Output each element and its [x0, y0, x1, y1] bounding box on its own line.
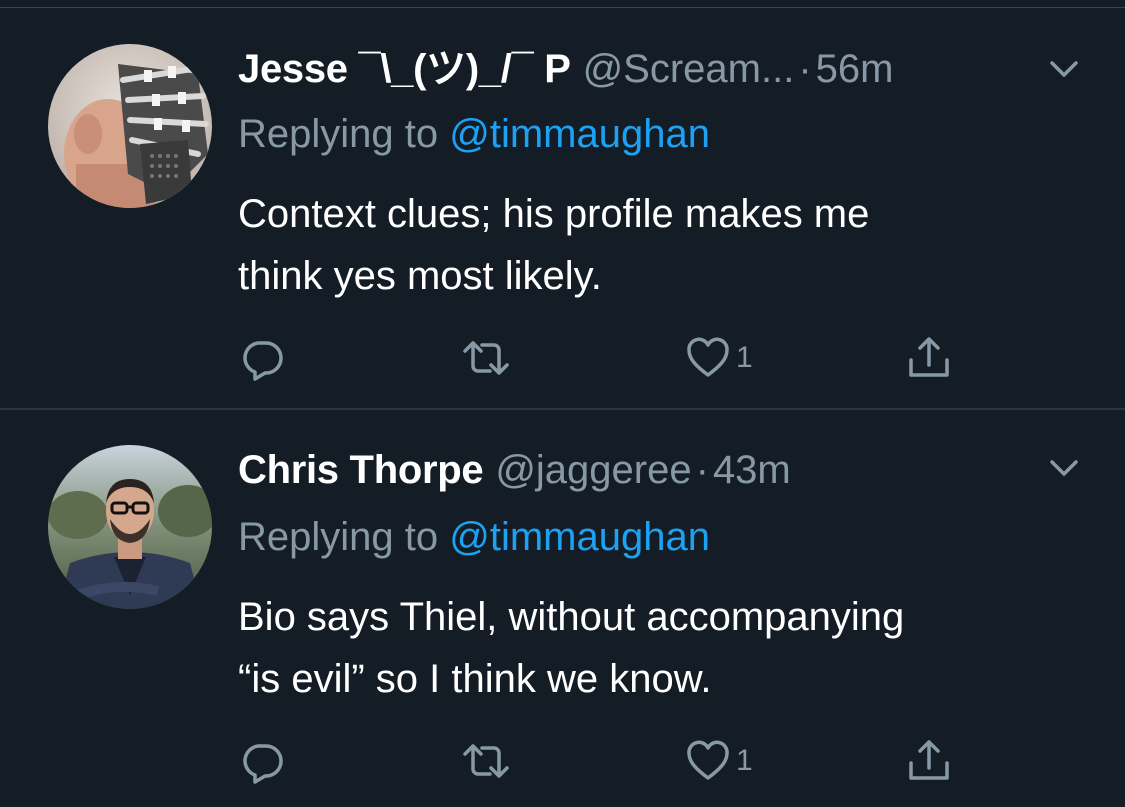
display-name[interactable]: Jesse ¯\_(ツ)_/¯ P — [238, 41, 571, 97]
tweet-actions: 1 — [0, 333, 1125, 383]
reply-icon — [238, 737, 286, 785]
like-count: 1 — [736, 744, 753, 777]
like-count: 1 — [736, 341, 753, 374]
share-button[interactable] — [905, 736, 953, 786]
retweet-button[interactable] — [460, 736, 512, 786]
tweet-divider — [0, 408, 1125, 410]
user-handle[interactable]: @jaggeree — [495, 442, 691, 498]
tweet-card[interactable]: Chris Thorpe @jaggeree · 43m Replying to… — [0, 443, 1125, 807]
timestamp[interactable]: 43m — [713, 442, 791, 498]
retweet-button[interactable] — [460, 333, 512, 383]
replying-prefix: Replying to — [238, 112, 450, 156]
share-icon — [905, 737, 953, 785]
mention-link[interactable]: @timmaughan — [449, 112, 710, 156]
like-button[interactable]: 1 — [684, 736, 753, 786]
tweet-text-line: “is evil” so I think we know. — [238, 657, 712, 701]
avatar-person-glasses-icon[interactable] — [48, 445, 212, 609]
user-handle[interactable]: @Scream... — [583, 41, 795, 97]
tweet-actions: 1 — [0, 736, 1125, 786]
replying-to-line: Replying to @timmaughan — [238, 509, 710, 565]
reply-icon — [238, 334, 286, 382]
replying-prefix: Replying to — [238, 515, 450, 559]
reply-button[interactable] — [238, 333, 286, 383]
reply-button[interactable] — [238, 736, 286, 786]
tweet-text: Bio says Thiel, without accompanying “is… — [238, 586, 1078, 710]
replying-to-line: Replying to @timmaughan — [238, 106, 710, 162]
chevron-down-icon[interactable] — [1044, 54, 1084, 84]
avatar-masked-person-icon[interactable] — [48, 44, 212, 208]
tweet-feed: Jesse ¯\_(ツ)_/¯ P @Scream... · 56m Reply… — [0, 0, 1125, 807]
top-divider — [0, 7, 1125, 8]
mention-link[interactable]: @timmaughan — [449, 515, 710, 559]
retweet-icon — [460, 334, 512, 382]
tweet-card[interactable]: Jesse ¯\_(ツ)_/¯ P @Scream... · 56m Reply… — [0, 42, 1125, 442]
like-icon — [684, 334, 732, 382]
tweet-text-line: Bio says Thiel, without accompanying — [238, 595, 905, 639]
separator-dot: · — [798, 47, 812, 91]
timestamp[interactable]: 56m — [816, 41, 894, 97]
like-button[interactable]: 1 — [684, 333, 753, 383]
share-icon — [905, 334, 953, 382]
tweet-text-line: Context clues; his profile makes me — [238, 192, 870, 236]
separator-dot: · — [695, 448, 709, 492]
tweet-header: Chris Thorpe @jaggeree · 43m — [238, 442, 791, 498]
tweet-text: Context clues; his profile makes me thin… — [238, 183, 1078, 307]
like-icon — [684, 737, 732, 785]
tweet-text-line: think yes most likely. — [238, 254, 602, 298]
share-button[interactable] — [905, 333, 953, 383]
chevron-down-icon[interactable] — [1044, 453, 1084, 483]
tweet-header: Jesse ¯\_(ツ)_/¯ P @Scream... · 56m — [238, 41, 893, 97]
retweet-icon — [460, 737, 512, 785]
display-name[interactable]: Chris Thorpe — [238, 442, 484, 498]
